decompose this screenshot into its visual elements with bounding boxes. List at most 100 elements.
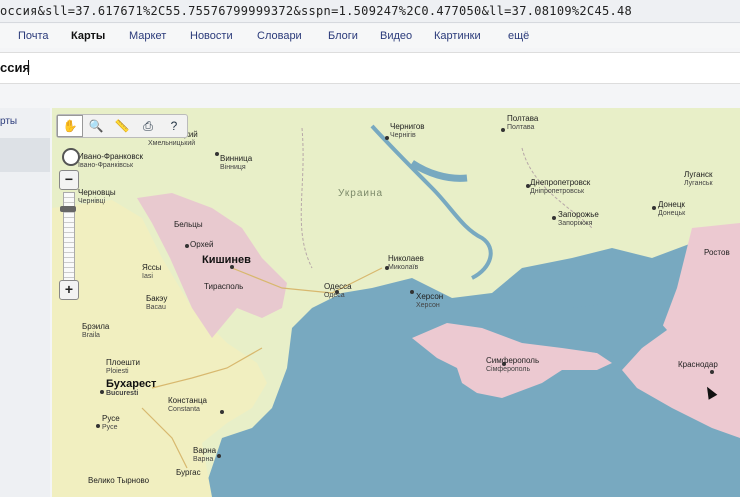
city-dot (100, 390, 104, 394)
magnifier-icon[interactable]: 🔍 (83, 115, 109, 137)
zoom-control: − + (57, 170, 81, 320)
city-sub: Ploiesti (106, 368, 129, 375)
city-sub: Полтава (507, 124, 535, 131)
city-dot (185, 244, 189, 248)
city-sub: Чернівці (78, 198, 106, 205)
url-text: оссия&sll=37.617671%2C55.75576799999372&… (0, 4, 633, 18)
city-simferopol[interactable]: Симферополь Сімферополь (486, 356, 539, 374)
city-name: Черновцы (78, 188, 116, 197)
service-link-images[interactable]: Картинки (434, 30, 481, 42)
city-name: Бакэу (146, 294, 168, 303)
service-link-maps[interactable]: Карты (71, 30, 105, 42)
city-vinnitsa[interactable]: Винница Вінниця (220, 154, 252, 172)
city-name: Симферополь (486, 356, 540, 365)
city-chernigov[interactable]: Чернигов Чернігів (390, 122, 425, 140)
city-braila[interactable]: Брэила Braila (82, 322, 109, 340)
city-sub: Чернігів (390, 132, 416, 139)
city-tiraspol[interactable]: Тирасполь (204, 282, 243, 291)
city-bacau[interactable]: Бакэу Bacau (146, 294, 167, 312)
city-chernovtsy[interactable]: Черновцы Чернівці (78, 188, 116, 206)
city-name: Бургас (176, 468, 201, 477)
city-sub: Варна (193, 456, 214, 463)
city-odessa[interactable]: Одесса Одеса (324, 282, 352, 300)
city-sub: Сімферополь (486, 366, 531, 373)
left-selected-item[interactable] (0, 138, 50, 172)
city-sub: Івано-Франківськ (78, 162, 134, 169)
zoom-out-button[interactable]: − (59, 170, 79, 190)
zoom-in-button[interactable]: + (59, 280, 79, 300)
city-sub: Вінниця (220, 164, 246, 171)
city-sub: Донецьк (658, 210, 686, 217)
city-name: Констанца (168, 396, 207, 405)
city-kherson[interactable]: Херсон Херсон (416, 292, 443, 310)
city-name: Варна (193, 446, 217, 455)
city-name: Тирасполь (204, 282, 244, 291)
city-name: Луганск (684, 170, 713, 179)
ruler-icon[interactable]: 📏 (109, 115, 135, 137)
city-constanta[interactable]: Констанца Constanta (168, 396, 207, 414)
city-sub: Миколаїв (388, 264, 419, 271)
city-dot (217, 454, 221, 458)
city-dot (501, 128, 505, 132)
city-ruse[interactable]: Русе Русе (102, 414, 120, 432)
city-varna[interactable]: Варна Варна (193, 446, 216, 464)
city-veliko[interactable]: Велико Тырново (88, 476, 149, 485)
city-name: Бельцы (174, 220, 203, 229)
city-name: Краснодар (678, 360, 718, 369)
left-tab-maps[interactable]: рты (0, 116, 17, 127)
city-sub: Bucuresti (106, 390, 139, 397)
city-name: Винница (220, 154, 253, 163)
city-orhei[interactable]: Орхей (190, 240, 213, 249)
city-ploiesti[interactable]: Плоешти Ploiesti (106, 358, 140, 376)
city-bucharest[interactable]: Бухарест Bucuresti (106, 379, 156, 398)
city-name: Одесса (324, 282, 352, 291)
city-rostov[interactable]: Ростов (704, 248, 730, 257)
city-dot (385, 136, 389, 140)
city-beltsy[interactable]: Бельцы (174, 220, 203, 229)
service-link-video[interactable]: Видео (380, 30, 412, 42)
services-bar: Почта Карты Маркет Новости Словари Блоги… (0, 24, 740, 48)
city-name: Запорожье (558, 210, 599, 219)
city-poltava[interactable]: Полтава Полтава (507, 114, 538, 132)
city-sub: Русе (102, 424, 118, 431)
city-name: Яссы (142, 263, 162, 272)
city-name: Велико Тырново (88, 476, 150, 485)
city-lugansk[interactable]: Луганск Луганськ (684, 170, 713, 188)
service-link-dictionaries[interactable]: Словари (257, 30, 302, 42)
city-dot (220, 410, 224, 414)
city-sub: Constanta (168, 406, 200, 413)
city-sub: Одеса (324, 292, 345, 299)
pan-control-icon[interactable] (62, 148, 80, 166)
left-panel: рты (0, 108, 50, 497)
city-nikolaev[interactable]: Николаев Миколаїв (388, 254, 424, 272)
service-link-blogs[interactable]: Блоги (328, 30, 358, 42)
city-sub: Луганськ (684, 180, 713, 187)
search-input[interactable] (0, 60, 300, 75)
city-iasi[interactable]: Яссы Iasi (142, 263, 162, 281)
city-name: Кишинев (202, 254, 251, 266)
city-dot (215, 152, 219, 156)
search-row (0, 52, 740, 84)
city-name: Николаев (388, 254, 424, 263)
country-label-ukraine: Украина (338, 188, 384, 199)
city-name: Херсон (416, 292, 444, 301)
service-link-news[interactable]: Новости (190, 30, 233, 42)
city-dnepropetrovsk[interactable]: Днепропетровск Дніпропетровськ (530, 178, 590, 196)
service-link-mail[interactable]: Почта (18, 30, 49, 42)
hand-tool-icon[interactable]: ✋ (57, 115, 83, 137)
help-icon[interactable]: ? (161, 115, 187, 137)
city-burgas[interactable]: Бургас (176, 468, 201, 477)
city-name: Чернигов (390, 122, 425, 131)
city-donetsk[interactable]: Донецк Донецьк (658, 200, 685, 218)
address-bar[interactable]: оссия&sll=37.617671%2C55.75576799999372&… (0, 0, 740, 23)
city-krasnodar[interactable]: Краснодар (678, 360, 718, 369)
city-name: Плоешти (106, 358, 140, 367)
city-zaporozhye[interactable]: Запорожье Запоріжжя (558, 210, 599, 228)
service-link-market[interactable]: Маркет (129, 30, 166, 42)
map-canvas[interactable]: Украина Чернигов Чернігів Полтава Полтава … (52, 108, 740, 497)
zoom-slider-handle[interactable] (60, 206, 76, 212)
print-icon[interactable]: ⎙ (135, 115, 161, 137)
city-chisinau[interactable]: Кишинев (202, 254, 251, 266)
city-ivano-frankovsk[interactable]: Ивано-Франковск Івано-Франківськ (78, 152, 143, 170)
service-link-more[interactable]: ещё (508, 30, 529, 42)
